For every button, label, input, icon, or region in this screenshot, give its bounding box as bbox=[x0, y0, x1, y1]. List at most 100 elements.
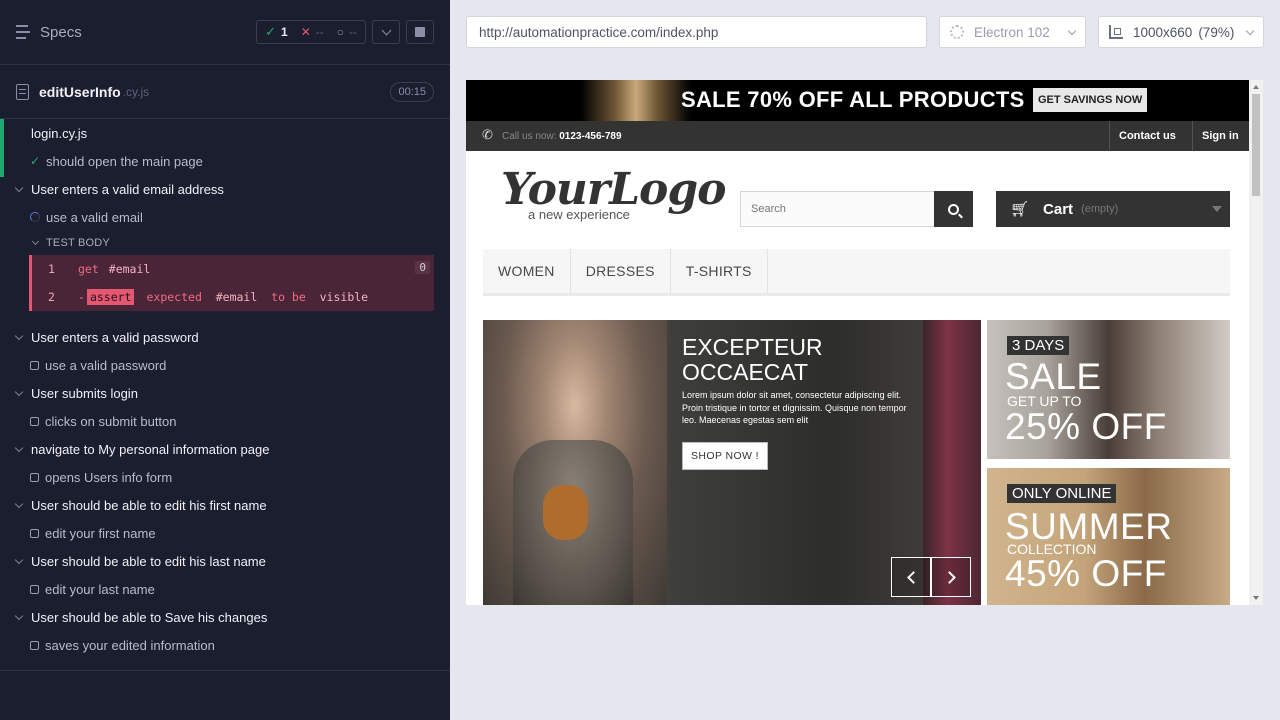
command-row[interactable]: 1 get #email 0 bbox=[32, 255, 434, 283]
browser-selector[interactable]: Electron 102 bbox=[939, 16, 1086, 48]
command-row[interactable]: 2 - assert expected #email to be visible bbox=[32, 283, 434, 311]
slider-prev-button[interactable] bbox=[891, 557, 931, 597]
test-item[interactable]: ✓ should open the main page bbox=[0, 147, 450, 175]
test-title: use a valid password bbox=[45, 357, 167, 373]
suite-item[interactable]: User enters a valid email address bbox=[0, 175, 450, 203]
sale-banner[interactable]: 3 DAYS SALE GET UP TO 25% OFF bbox=[987, 320, 1230, 459]
pending-square-icon bbox=[30, 584, 39, 594]
passed-check-icon: ✓ bbox=[30, 154, 41, 168]
test-item[interactable]: opens Users info form bbox=[0, 463, 450, 491]
pending-count: -- bbox=[349, 25, 357, 39]
command-name: get bbox=[78, 262, 99, 276]
command-number: 2 bbox=[48, 290, 55, 304]
menu-item-women[interactable]: WOMEN bbox=[483, 249, 571, 293]
main-menu: WOMEN DRESSES T-SHIRTS bbox=[483, 249, 1230, 296]
slider-next-button[interactable] bbox=[931, 557, 971, 597]
scroll-down-arrow-icon[interactable] bbox=[1253, 596, 1259, 600]
contact-us-link[interactable]: Contact us bbox=[1109, 121, 1185, 151]
assert-part: visible bbox=[319, 290, 369, 304]
suite-item[interactable]: navigate to My personal information page bbox=[0, 435, 450, 463]
home-slider: EXCEPTEUR OCCAECAT Lorem ipsum dolor sit… bbox=[483, 320, 981, 605]
specs-title[interactable]: Specs bbox=[40, 24, 82, 41]
pending-circle-icon: ○ bbox=[336, 25, 344, 39]
site-topbar: ✆ Call us now: 0123-456-789 Contact us S… bbox=[466, 121, 1249, 151]
specs-list-icon[interactable] bbox=[16, 25, 32, 39]
sign-in-link[interactable]: Sign in bbox=[1192, 121, 1248, 151]
test-item[interactable]: saves your edited information bbox=[0, 631, 450, 659]
test-item[interactable]: clicks on submit button bbox=[0, 407, 450, 435]
url-bar[interactable]: http://automationpractice.com/index.php bbox=[466, 16, 927, 48]
spec-file-name[interactable]: editUserInfo bbox=[39, 84, 121, 100]
chevron-down-icon bbox=[1067, 26, 1077, 35]
suite-title: User should be able to Save his changes bbox=[31, 609, 268, 625]
passed-count: 1 bbox=[281, 25, 288, 39]
get-savings-button[interactable]: GET SAVINGS NOW bbox=[1033, 88, 1148, 112]
stop-icon bbox=[415, 27, 425, 37]
menu-item-dresses[interactable]: DRESSES bbox=[571, 249, 671, 293]
pending-square-icon bbox=[30, 472, 39, 482]
element-count-badge: 0 bbox=[415, 261, 430, 274]
test-item[interactable]: edit your first name bbox=[0, 519, 450, 547]
banner-headline: SUMMER bbox=[1005, 506, 1173, 547]
chevron-left-icon bbox=[906, 570, 920, 584]
viewport-size: 1000x660 bbox=[1133, 24, 1193, 40]
chevron-down-icon bbox=[14, 387, 24, 397]
cart-state: (empty) bbox=[1081, 203, 1119, 215]
cart-button[interactable]: 🛒︎ Cart (empty) bbox=[996, 191, 1230, 227]
site-logo[interactable]: YourLogo a new experience bbox=[501, 168, 727, 223]
cart-icon: 🛒︎ bbox=[1010, 201, 1030, 218]
scroll-up-arrow-icon[interactable] bbox=[1253, 85, 1259, 89]
test-item[interactable]: use a valid email bbox=[0, 203, 450, 231]
stats-controls: ✓ 1 ✕ -- ○ -- bbox=[256, 20, 434, 44]
chevron-down-icon bbox=[14, 611, 24, 621]
shop-now-button[interactable]: SHOP NOW ! bbox=[682, 442, 768, 470]
reporter-header: Specs ✓ 1 ✕ -- ○ -- bbox=[0, 0, 450, 65]
chevron-down-icon bbox=[31, 237, 40, 246]
viewport-selector[interactable]: 1000x660 (79%) bbox=[1098, 16, 1264, 48]
pending-square-icon bbox=[30, 528, 39, 538]
scrollbar-thumb[interactable] bbox=[1252, 94, 1260, 196]
suite-title: navigate to My personal information page bbox=[31, 441, 270, 457]
search-button[interactable] bbox=[934, 191, 973, 227]
electron-icon bbox=[950, 25, 964, 39]
test-item[interactable]: use a valid password bbox=[0, 351, 450, 379]
mitten-image bbox=[543, 485, 588, 540]
reporter-panel: Specs ✓ 1 ✕ -- ○ -- editUserInfo .cy.js … bbox=[0, 0, 450, 720]
run-duration: 00:15 bbox=[390, 81, 434, 102]
suite-item[interactable]: User submits login bbox=[0, 379, 450, 407]
assert-badge: assert bbox=[86, 289, 135, 305]
suite-item[interactable]: User should be able to edit his first na… bbox=[0, 491, 450, 519]
suite-item[interactable]: User should be able to Save his changes bbox=[0, 603, 450, 631]
test-body-header[interactable]: TEST BODY bbox=[0, 231, 450, 255]
pending-square-icon bbox=[30, 640, 39, 650]
test-title: opens Users info form bbox=[45, 469, 173, 485]
iframe-scrollbar[interactable] bbox=[1249, 80, 1263, 605]
failed-count: -- bbox=[315, 25, 324, 39]
promo-banner[interactable]: SALE 70% OFF ALL PRODUCTS GET SAVINGS NO… bbox=[466, 80, 1249, 121]
banner-tag: 3 DAYS bbox=[1007, 336, 1070, 355]
chevron-right-icon bbox=[942, 570, 956, 584]
stop-button[interactable] bbox=[406, 20, 434, 44]
chevron-down-icon bbox=[381, 25, 391, 35]
running-spinner-icon bbox=[30, 212, 40, 222]
test-title: saves your edited information bbox=[45, 637, 215, 653]
phone-number: 0123-456-789 bbox=[559, 131, 622, 142]
suite-item[interactable]: User enters a valid password bbox=[0, 323, 450, 351]
suite-title: User should be able to edit his last nam… bbox=[31, 553, 266, 569]
test-title: should open the main page bbox=[46, 153, 203, 169]
test-tree: login.cy.js ✓ should open the main page … bbox=[0, 119, 450, 659]
suite-item[interactable]: User should be able to edit his last nam… bbox=[0, 547, 450, 575]
menu-item-tshirts[interactable]: T-SHIRTS bbox=[671, 249, 768, 293]
test-item[interactable]: edit your last name bbox=[0, 575, 450, 603]
suite-login[interactable]: login.cy.js bbox=[0, 119, 450, 177]
command-message: #email bbox=[108, 262, 151, 276]
command-log: 1 get #email 0 2 - assert expected #emai… bbox=[29, 255, 434, 311]
test-title: clicks on submit button bbox=[45, 413, 177, 429]
test-title: edit your last name bbox=[45, 581, 155, 597]
pending-square-icon bbox=[30, 360, 39, 370]
summer-banner[interactable]: ONLY ONLINE SUMMER COLLECTION 45% OFF bbox=[987, 468, 1230, 605]
toggle-auto-scroll-button[interactable] bbox=[372, 20, 400, 44]
failed-x-icon: ✕ bbox=[300, 25, 311, 39]
search-input[interactable] bbox=[741, 192, 934, 226]
passed-check-icon: ✓ bbox=[265, 24, 276, 39]
